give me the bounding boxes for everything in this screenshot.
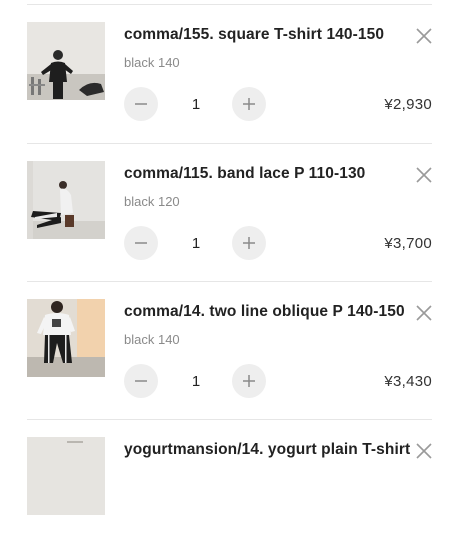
product-thumbnail[interactable]	[27, 299, 105, 377]
item-price: ¥3,430	[384, 373, 432, 390]
remove-item-button[interactable]	[414, 441, 434, 461]
decrease-quantity-button[interactable]	[124, 364, 158, 398]
close-icon	[416, 443, 432, 459]
product-variant: black 140	[124, 55, 180, 70]
cart-item: yogurtmansion/14. yogurt plain T-shirt	[0, 420, 460, 558]
close-icon	[416, 305, 432, 321]
cart-list: comma/155. square T-shirt 140-150 black …	[0, 0, 460, 515]
product-photo	[27, 299, 105, 377]
remove-item-button[interactable]	[414, 165, 434, 185]
cart-item: comma/115. band lace P 110-130 black 120…	[0, 144, 460, 282]
product-variant: black 140	[124, 332, 180, 347]
product-name[interactable]: comma/115. band lace P 110-130	[124, 165, 365, 183]
quantity-value: 1	[191, 235, 201, 252]
product-variant: black 120	[124, 194, 180, 209]
minus-icon	[135, 103, 147, 105]
product-photo	[27, 161, 105, 239]
remove-item-button[interactable]	[414, 303, 434, 323]
minus-icon	[135, 242, 147, 244]
decrease-quantity-button[interactable]	[124, 226, 158, 260]
cart-item: comma/14. two line oblique P 140-150 bla…	[0, 282, 460, 420]
increase-quantity-button[interactable]	[232, 364, 266, 398]
product-thumbnail[interactable]	[27, 437, 105, 515]
item-price: ¥2,930	[384, 96, 432, 113]
minus-icon	[135, 380, 147, 382]
close-icon	[416, 167, 432, 183]
quantity-value: 1	[191, 373, 201, 390]
plus-icon	[243, 375, 255, 387]
product-thumbnail[interactable]	[27, 161, 105, 239]
remove-item-button[interactable]	[414, 26, 434, 46]
increase-quantity-button[interactable]	[232, 87, 266, 121]
decrease-quantity-button[interactable]	[124, 87, 158, 121]
item-price: ¥3,700	[384, 235, 432, 252]
quantity-value: 1	[191, 96, 201, 113]
plus-icon	[243, 237, 255, 249]
cart-item: comma/155. square T-shirt 140-150 black …	[0, 5, 460, 143]
product-thumbnail[interactable]	[27, 22, 105, 100]
product-name[interactable]: comma/14. two line oblique P 140-150	[124, 303, 405, 321]
close-icon	[416, 28, 432, 44]
increase-quantity-button[interactable]	[232, 226, 266, 260]
product-name[interactable]: comma/155. square T-shirt 140-150	[124, 26, 384, 44]
plus-icon	[243, 98, 255, 110]
product-name[interactable]: yogurtmansion/14. yogurt plain T-shirt	[124, 441, 410, 459]
product-photo	[27, 22, 105, 100]
product-photo	[27, 437, 105, 515]
